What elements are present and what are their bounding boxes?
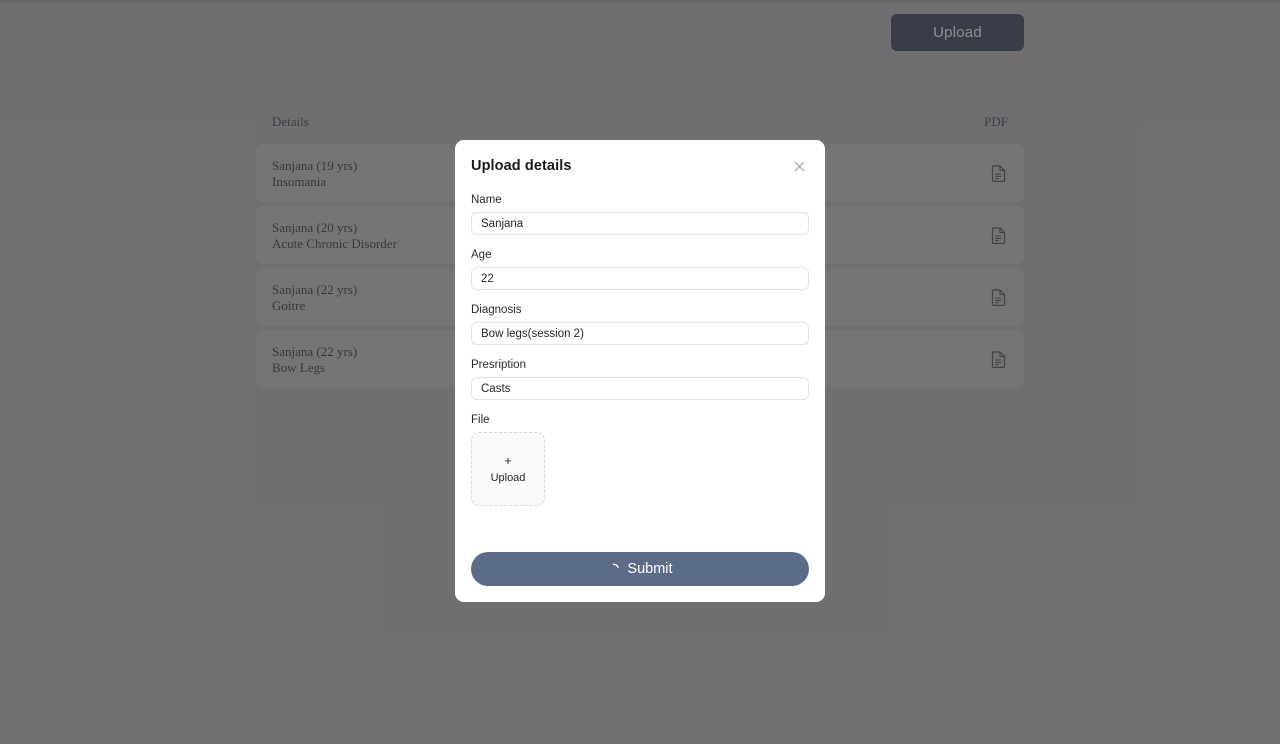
dialog-header: Upload details — [471, 158, 809, 180]
submit-label: Submit — [627, 561, 673, 577]
close-icon — [794, 161, 804, 171]
field-name: Name — [471, 194, 809, 235]
field-label-file: File — [471, 414, 490, 426]
spinner-icon — [613, 563, 620, 568]
dropzone-label: Upload — [490, 472, 526, 484]
field-label-name: Name — [471, 194, 502, 206]
field-file: File + Upload — [471, 414, 809, 506]
field-diagnosis: Diagnosis — [471, 304, 809, 345]
field-label-diagnosis: Diagnosis — [471, 304, 522, 316]
submit-button[interactable]: Submit — [471, 552, 809, 586]
file-upload-dropzone[interactable]: + Upload — [471, 432, 545, 506]
presription-input[interactable] — [471, 377, 809, 400]
diagnosis-input[interactable] — [471, 322, 809, 345]
plus-icon: + — [504, 453, 512, 468]
upload-details-dialog: Upload details Name Age Diagnosis Presri… — [455, 140, 825, 602]
name-input[interactable] — [471, 212, 809, 235]
field-age: Age — [471, 249, 809, 290]
close-button[interactable] — [790, 157, 808, 175]
age-input[interactable] — [471, 267, 809, 290]
field-label-age: Age — [471, 249, 492, 261]
modal-overlay[interactable]: Upload details Name Age Diagnosis Presri… — [0, 0, 1280, 744]
field-presription: Presription — [471, 359, 809, 400]
field-label-presription: Presription — [471, 359, 526, 371]
dialog-title: Upload details — [471, 158, 572, 174]
